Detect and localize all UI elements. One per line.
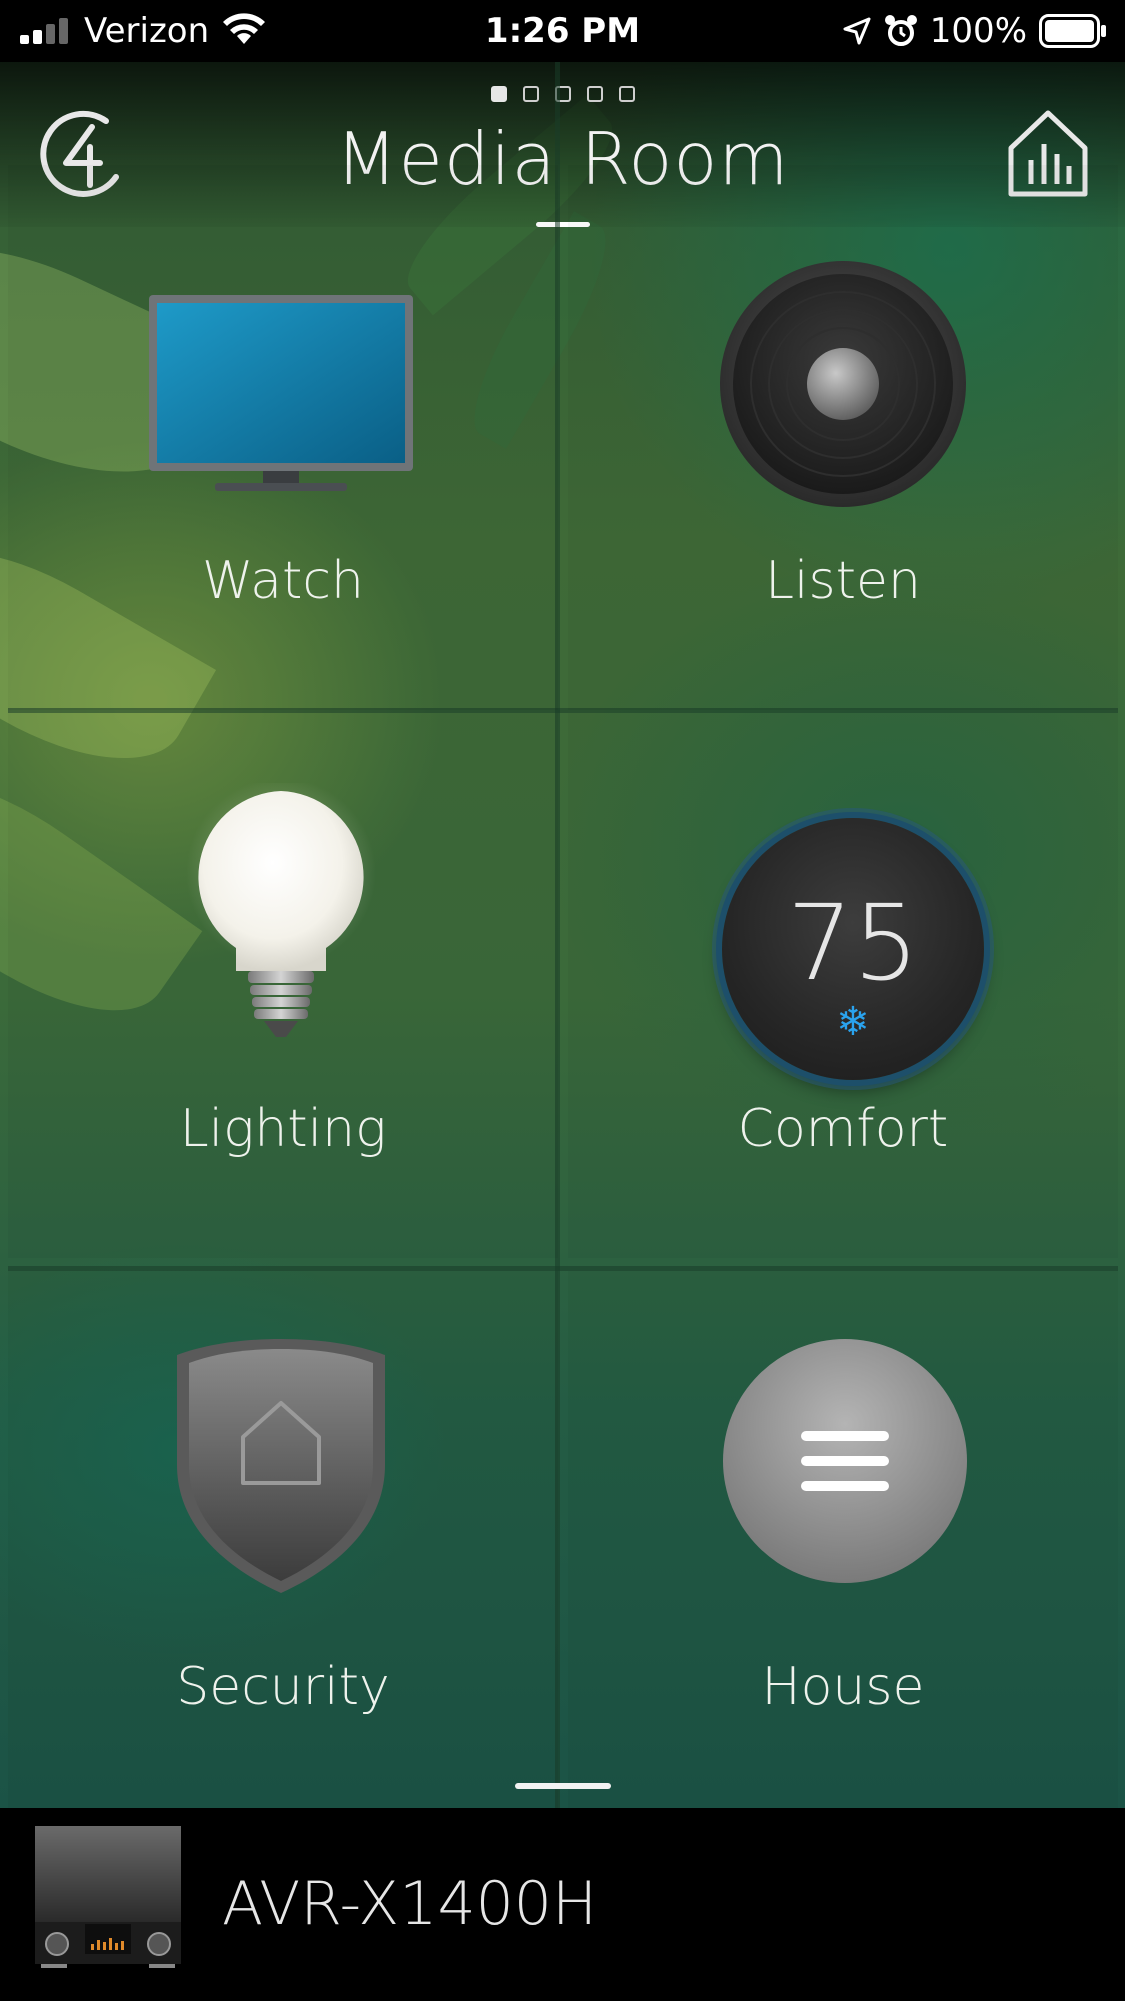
- tile-watch[interactable]: Watch: [8, 165, 558, 710]
- battery-percent: 100%: [929, 11, 1027, 51]
- location-arrow-icon: [843, 17, 871, 45]
- now-playing-bar[interactable]: AVR-X1400H: [0, 1808, 1125, 2001]
- page-dot[interactable]: [618, 86, 635, 102]
- tile-label: Security: [176, 1657, 390, 1717]
- page-dot[interactable]: [586, 86, 603, 102]
- tile-label: Listen: [765, 551, 921, 611]
- av-receiver-icon: [35, 1826, 181, 1968]
- tile-comfort[interactable]: 75 ❄ Comfort: [568, 713, 1118, 1258]
- room-tiles-grid: Watch Listen Lighting 75 ❄ Comfort Secur…: [8, 165, 1118, 1808]
- snowflake-icon: ❄: [836, 999, 870, 1045]
- tile-house[interactable]: House: [568, 1271, 1118, 1816]
- security-shield-icon: [177, 1339, 385, 1593]
- page-indicator[interactable]: [0, 86, 1125, 102]
- menu-icon: [723, 1339, 967, 1583]
- tile-lighting[interactable]: Lighting: [8, 713, 558, 1258]
- app-screen: Verizon 1:26 PM 100% Media Room Watch Li…: [0, 0, 1125, 2001]
- page-dot[interactable]: [522, 86, 539, 102]
- page-dot[interactable]: [490, 86, 507, 102]
- status-bar: Verizon 1:26 PM 100%: [0, 0, 1125, 62]
- battery-icon: [1039, 14, 1106, 48]
- thermostat-icon: 75 ❄: [722, 818, 984, 1080]
- tile-label: Comfort: [737, 1099, 949, 1159]
- tile-label: House: [761, 1657, 925, 1717]
- device-name: AVR-X1400H: [222, 1869, 598, 1939]
- speaker-icon: [720, 261, 966, 507]
- thermostat-temperature: 75: [786, 882, 920, 1004]
- status-right-group: 100%: [842, 10, 1107, 52]
- tile-label: Watch: [202, 551, 364, 611]
- tile-label: Lighting: [179, 1099, 387, 1159]
- alarm-icon: [884, 15, 917, 46]
- tile-security[interactable]: Security: [8, 1271, 558, 1816]
- home-indicator[interactable]: [515, 1783, 611, 1789]
- light-bulb-icon: [186, 783, 376, 1037]
- tile-listen[interactable]: Listen: [568, 165, 1118, 710]
- tv-icon: [149, 295, 413, 491]
